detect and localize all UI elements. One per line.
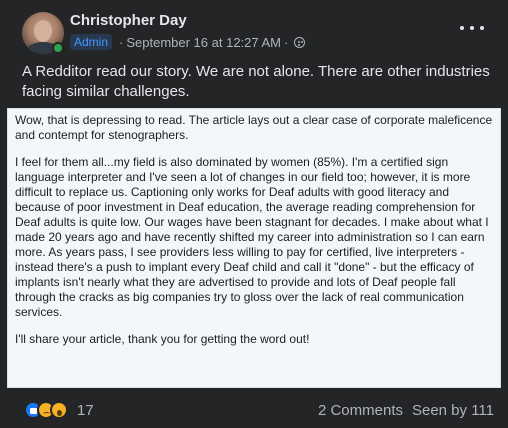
post-timestamp[interactable]: September 16 at 12:27 AM xyxy=(126,35,281,50)
reactions-summary[interactable]: 17 xyxy=(24,401,94,419)
author-avatar-wrap[interactable] xyxy=(22,12,64,54)
wow-icon xyxy=(50,401,68,419)
shared-comment-body: Wow, that is depressing to read. The art… xyxy=(8,109,500,363)
more-dot-icon xyxy=(460,26,464,30)
audience-icon[interactable] xyxy=(294,36,306,48)
shared-paragraph-1: Wow, that is depressing to read. The art… xyxy=(15,113,493,142)
meta-separator-2: · xyxy=(284,34,289,50)
post-footer: 17 2 Comments Seen by 111 xyxy=(24,398,494,422)
post-header: Christopher Day Admin · September 16 at … xyxy=(22,12,496,56)
comments-count-link[interactable]: 2 Comments xyxy=(318,402,403,419)
shared-paragraph-2: I feel for them all...my field is also d… xyxy=(15,155,489,319)
post-meta: Admin · September 16 at 12:27 AM · xyxy=(70,34,306,50)
shared-comment-screenshot[interactable]: Wow, that is depressing to read. The art… xyxy=(7,108,501,388)
seen-by-count[interactable]: Seen by 111 xyxy=(412,402,494,419)
footer-stats: 2 Comments Seen by 111 xyxy=(318,402,494,419)
more-options-button[interactable] xyxy=(460,18,484,38)
post-card: Christopher Day Admin · September 16 at … xyxy=(0,0,508,428)
author-name[interactable]: Christopher Day xyxy=(70,12,187,29)
online-status-icon xyxy=(52,42,64,54)
more-dot-icon xyxy=(470,26,474,30)
more-dot-icon xyxy=(480,26,484,30)
meta-separator: · xyxy=(119,34,124,50)
reaction-count[interactable]: 17 xyxy=(77,402,94,419)
admin-badge: Admin xyxy=(70,34,113,50)
shared-paragraph-3: I'll share your article, thank you for g… xyxy=(15,332,310,346)
post-body-text: A Redditor read our story. We are not al… xyxy=(22,63,490,100)
avatar-face xyxy=(34,20,52,42)
